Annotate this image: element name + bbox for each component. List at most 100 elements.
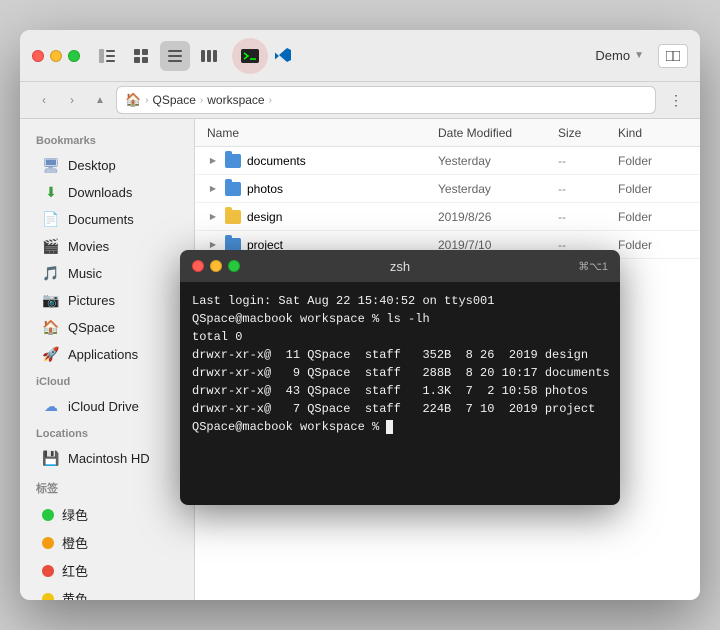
file-name: photos — [247, 182, 283, 196]
sidebar-label-icloud: iCloud Drive — [68, 399, 139, 414]
file-size: -- — [558, 154, 618, 168]
more-options-button[interactable]: ⋮ — [664, 88, 688, 112]
parent-button[interactable]: ▲ — [88, 88, 112, 112]
breadcrumb: 🏠 › QSpace › workspace › — [116, 86, 656, 114]
folder-icon — [225, 210, 241, 224]
sidebar-label-downloads: Downloads — [68, 185, 132, 200]
terminal-line: drwxr-xr-x@ 9 QSpace staff 288B 8 20 10:… — [192, 364, 608, 382]
folder-icon — [225, 182, 241, 196]
file-kind: Folder — [618, 154, 688, 168]
sidebar-item-tag-red[interactable]: 红色 — [26, 557, 188, 584]
sidebar-label-green: 绿色 — [62, 505, 88, 524]
sidebar-toggle-button[interactable] — [92, 41, 122, 71]
col-kind-header[interactable]: Kind — [618, 126, 688, 140]
terminal-prompt-line: QSpace@macbook workspace % — [192, 418, 608, 436]
demo-button[interactable]: Demo ▼ — [589, 46, 650, 65]
terminal-window[interactable]: zsh ⌘⌥1 Last login: Sat Aug 22 15:40:52 … — [180, 250, 620, 505]
file-date: Yesterday — [438, 154, 558, 168]
sidebar-label-red: 红色 — [62, 561, 88, 580]
sidebar-item-music[interactable]: 🎵 Music — [26, 260, 188, 286]
terminal-line: drwxr-xr-x@ 7 QSpace staff 224B 7 10 201… — [192, 400, 608, 418]
sidebar-item-tag-green[interactable]: 绿色 — [26, 501, 188, 528]
column-view-button[interactable] — [194, 41, 224, 71]
file-kind: Folder — [618, 238, 688, 252]
breadcrumb-qspace[interactable]: QSpace — [153, 93, 196, 107]
close-button[interactable] — [32, 50, 44, 62]
tag-green-dot — [42, 509, 54, 521]
forward-button[interactable]: › — [60, 88, 84, 112]
sidebar-item-tag-yellow[interactable]: 黄色 — [26, 585, 188, 600]
downloads-icon: ⬇ — [42, 183, 60, 201]
sidebar-label-macintosh: Macintosh HD — [68, 451, 150, 466]
movies-icon: 🎬 — [42, 237, 60, 255]
terminal-line: total 0 — [192, 328, 608, 346]
sidebar-item-documents[interactable]: 📄 Documents — [26, 206, 188, 232]
list-view-button[interactable] — [160, 41, 190, 71]
terminal-button[interactable] — [232, 38, 268, 74]
sidebar-item-desktop[interactable]: 🖥 Desktop — [26, 152, 188, 178]
sidebar-label-yellow: 黄色 — [62, 589, 88, 600]
documents-icon: 📄 — [42, 210, 60, 228]
terminal-traffic-lights — [192, 260, 240, 272]
sidebar-item-icloud[interactable]: ☁ iCloud Drive — [26, 393, 188, 419]
terminal-body[interactable]: Last login: Sat Aug 22 15:40:52 on ttys0… — [180, 282, 620, 505]
vscode-button[interactable] — [268, 41, 298, 71]
expand-icon[interactable]: ▶ — [207, 211, 219, 223]
applications-icon: 🚀 — [42, 345, 60, 363]
folder-icon — [225, 154, 241, 168]
bookmarks-header: Bookmarks — [20, 127, 194, 151]
sidebar-item-applications[interactable]: 🚀 Applications — [26, 341, 188, 367]
icloud-header: iCloud — [20, 368, 194, 392]
col-name-header[interactable]: Name — [207, 126, 438, 140]
sidebar-item-pictures[interactable]: 📷 Pictures — [26, 287, 188, 313]
minimize-button[interactable] — [50, 50, 62, 62]
music-icon: 🎵 — [42, 264, 60, 282]
sidebar-label-desktop: Desktop — [68, 158, 116, 173]
main-window: Demo ▼ ‹ › ▲ 🏠 › QSpace › workspace › ⋮ … — [20, 30, 700, 600]
file-date: 2019/8/26 — [438, 210, 558, 224]
toolbar-icons — [92, 41, 224, 71]
sidebar-item-macintosh[interactable]: 💾 Macintosh HD — [26, 445, 188, 471]
back-button[interactable]: ‹ — [32, 88, 56, 112]
terminal-titlebar: zsh ⌘⌥1 — [180, 250, 620, 282]
table-row[interactable]: ▶ documents Yesterday -- Folder — [195, 147, 700, 175]
expand-icon[interactable]: ▶ — [207, 239, 219, 251]
sidebar-label-movies: Movies — [68, 239, 109, 254]
sidebar-label-applications: Applications — [68, 347, 138, 362]
terminal-line: QSpace@macbook workspace % ls -lh — [192, 310, 608, 328]
window-layout-button[interactable] — [658, 44, 688, 68]
file-name: documents — [247, 154, 306, 168]
sidebar: Bookmarks 🖥 Desktop ⬇ Downloads 📄 Docume… — [20, 119, 195, 600]
terminal-cursor — [386, 420, 393, 434]
tag-yellow-dot — [42, 593, 54, 601]
qspace-icon: 🏠 — [42, 318, 60, 336]
breadcrumb-sep2: › — [200, 95, 203, 106]
sidebar-item-qspace[interactable]: 🏠 QSpace — [26, 314, 188, 340]
file-size: -- — [558, 182, 618, 196]
terminal-maximize[interactable] — [228, 260, 240, 272]
sidebar-item-downloads[interactable]: ⬇ Downloads — [26, 179, 188, 205]
table-row[interactable]: ▶ photos Yesterday -- Folder — [195, 175, 700, 203]
expand-icon[interactable]: ▶ — [207, 183, 219, 195]
nav-bar: ‹ › ▲ 🏠 › QSpace › workspace › ⋮ — [20, 82, 700, 119]
icon-view-button[interactable] — [126, 41, 156, 71]
sidebar-item-tag-orange[interactable]: 橙色 — [26, 529, 188, 556]
terminal-minimize[interactable] — [210, 260, 222, 272]
col-date-header[interactable]: Date Modified — [438, 126, 558, 140]
terminal-close[interactable] — [192, 260, 204, 272]
sidebar-label-music: Music — [68, 266, 102, 281]
traffic-lights — [32, 50, 80, 62]
locations-header: Locations — [20, 420, 194, 444]
file-kind: Folder — [618, 182, 688, 196]
file-kind: Folder — [618, 210, 688, 224]
sidebar-item-movies[interactable]: 🎬 Movies — [26, 233, 188, 259]
breadcrumb-workspace[interactable]: workspace — [207, 93, 264, 107]
file-name: design — [247, 210, 282, 224]
maximize-button[interactable] — [68, 50, 80, 62]
table-row[interactable]: ▶ design 2019/8/26 -- Folder — [195, 203, 700, 231]
col-size-header[interactable]: Size — [558, 126, 618, 140]
sidebar-label-documents: Documents — [68, 212, 134, 227]
expand-icon[interactable]: ▶ — [207, 155, 219, 167]
macintosh-icon: 💾 — [42, 449, 60, 467]
terminal-line: drwxr-xr-x@ 11 QSpace staff 352B 8 26 20… — [192, 346, 608, 364]
